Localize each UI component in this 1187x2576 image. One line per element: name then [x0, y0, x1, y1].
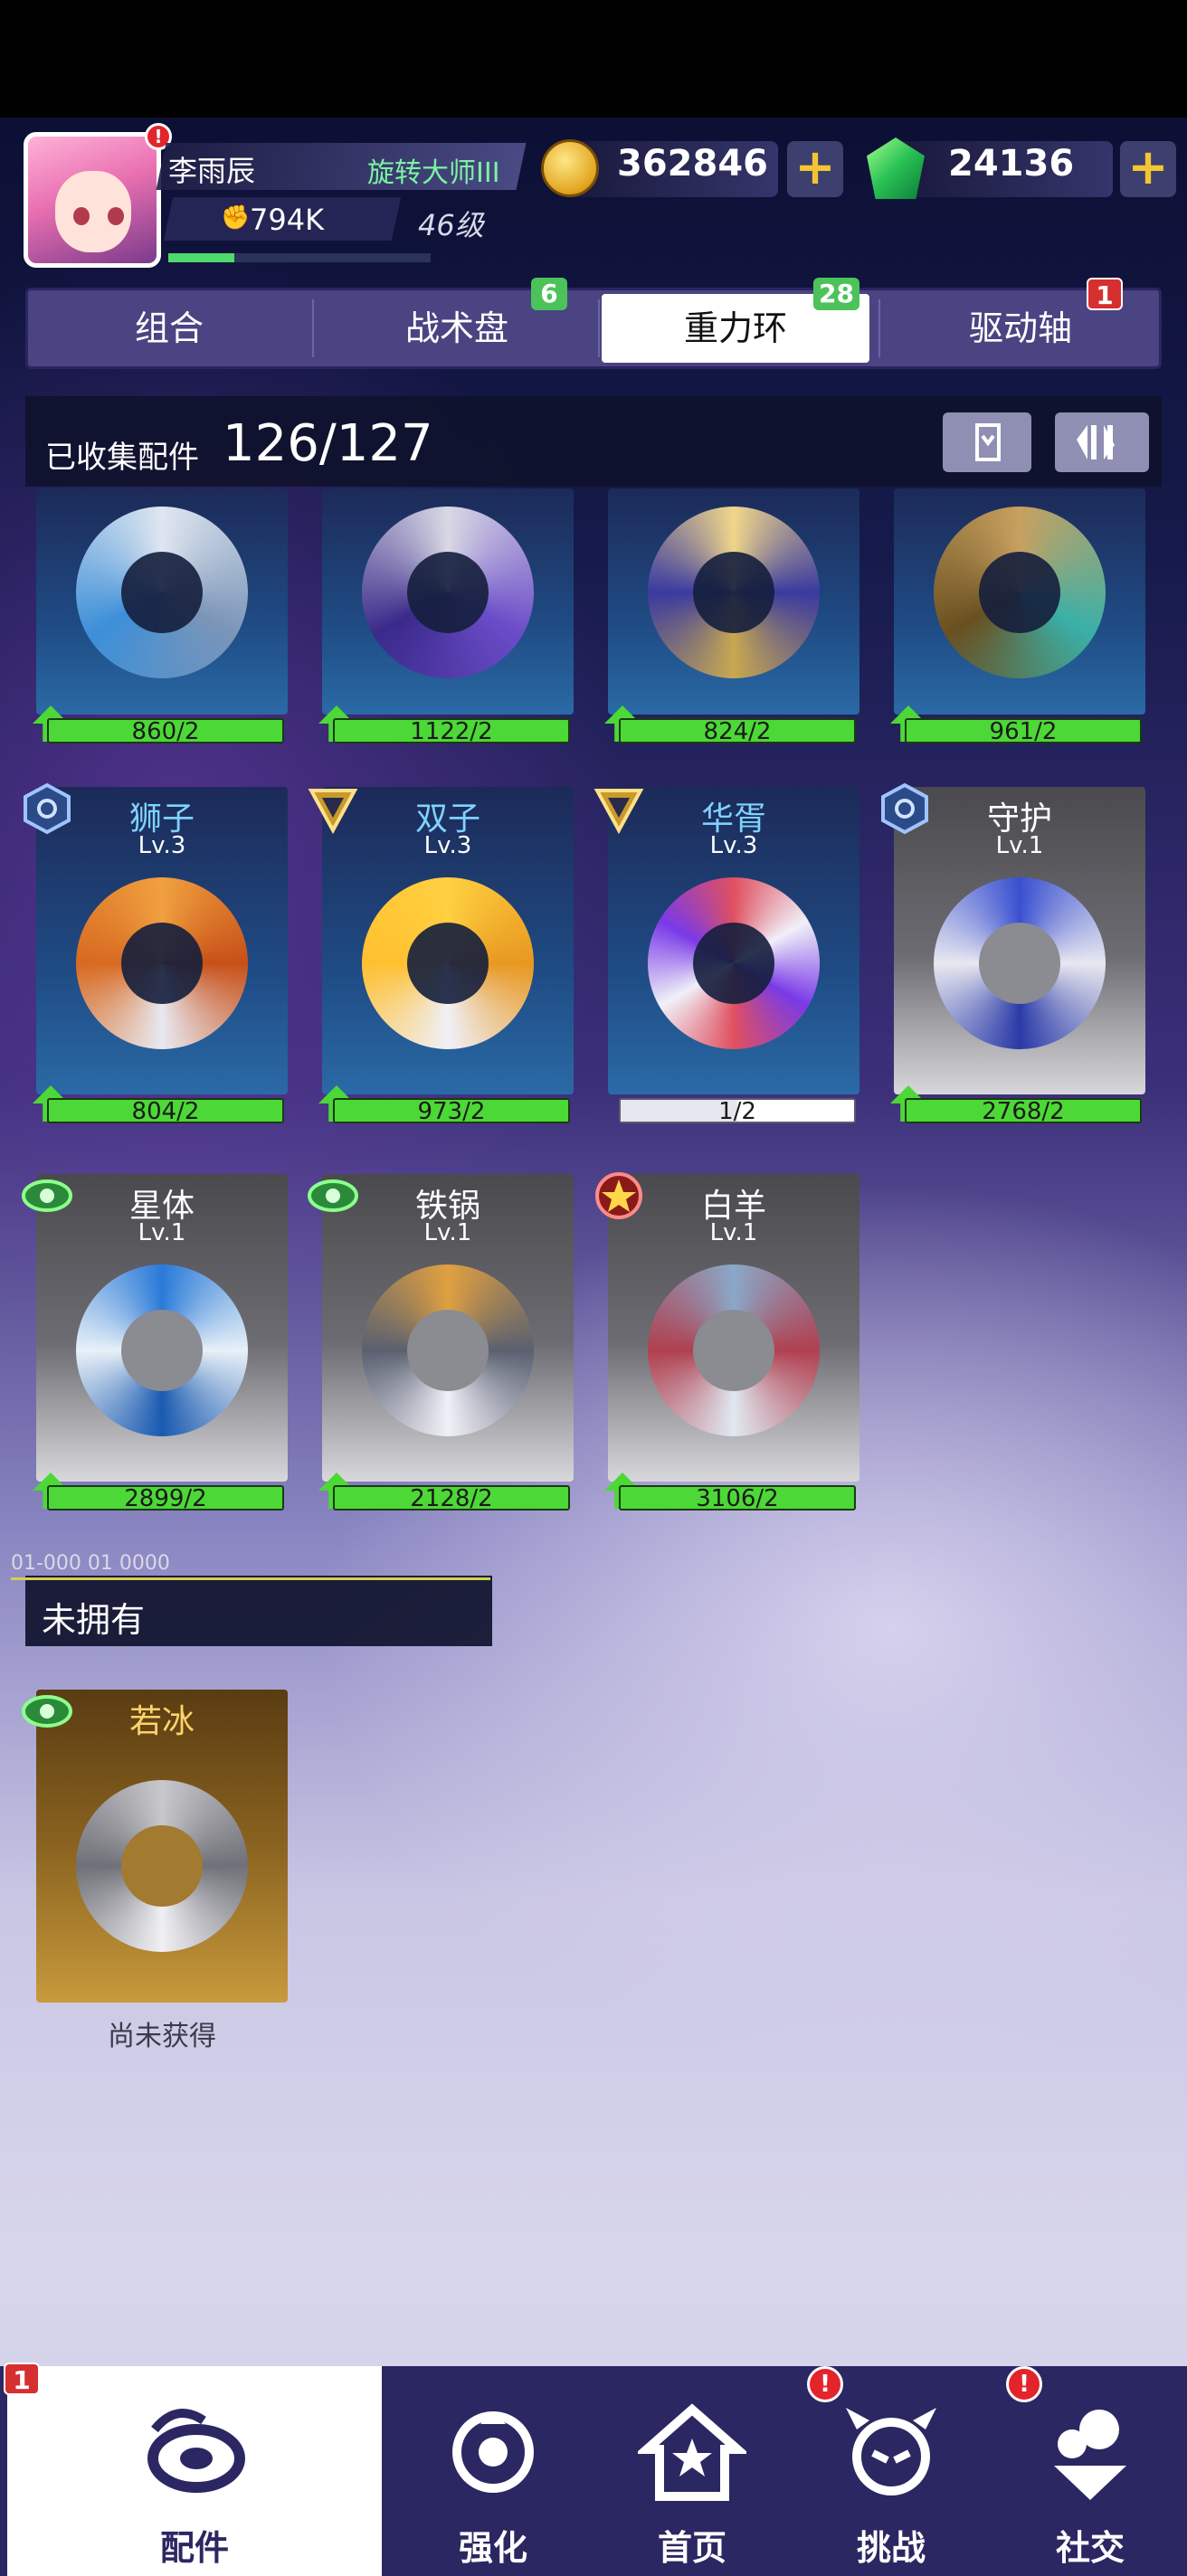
gem-value: 24136	[948, 143, 1075, 185]
card-progress: 973/2	[333, 1098, 570, 1125]
sort-icon	[1077, 425, 1115, 459]
tab-badge: 6	[531, 278, 567, 310]
progress-text: 3106/2	[696, 1485, 779, 1512]
nav-label: 配件	[159, 2528, 229, 2568]
tab-label: 组合	[134, 308, 204, 348]
tab-divider	[598, 299, 600, 357]
progress-text: 2768/2	[982, 1098, 1065, 1125]
card-progress: 2768/2	[905, 1098, 1142, 1125]
fist-icon: ✊	[221, 204, 251, 232]
collection-bar: 已收集配件 126/127	[25, 396, 1162, 487]
unowned-label: 未拥有	[42, 1600, 146, 1640]
nav-label: 挑战	[856, 2528, 926, 2568]
upgrade-icon	[452, 2411, 534, 2493]
card-level: Lv.3	[709, 832, 758, 859]
card-level: Lv.1	[995, 832, 1044, 859]
gravity-ring-image	[648, 1264, 820, 1436]
filter-button[interactable]	[943, 412, 1031, 472]
section-tag: 01-000 01 0000	[11, 1552, 170, 1575]
card-level: Lv.1	[423, 1219, 472, 1246]
progress-text: 973/2	[417, 1098, 486, 1125]
card-progress: 2899/2	[47, 1485, 284, 1512]
challenge-icon	[846, 2408, 936, 2496]
tab-label: 战术盘	[404, 308, 508, 348]
card-level: Lv.1	[138, 1219, 186, 1246]
card-level: Lv.1	[709, 1219, 758, 1246]
tab-label: 驱动轴	[968, 308, 1072, 348]
progress-text: 2899/2	[124, 1485, 207, 1512]
category-tabs: 组合 战术盘 6 重力环 28 驱动轴 1	[25, 278, 1162, 369]
gravity-ring-image	[362, 877, 534, 1049]
card-level: Lv.3	[138, 832, 186, 859]
social-alert-icon: !	[1006, 2366, 1042, 2402]
parts-icon	[147, 2409, 245, 2493]
tab-label: 重力环	[683, 308, 787, 348]
xp-bar	[168, 253, 431, 262]
filter-icon	[975, 423, 1001, 461]
collection-count: 126/127	[223, 414, 433, 473]
card-progress: 824/2	[619, 718, 856, 745]
tab-badge: 1	[1087, 278, 1123, 310]
nav-home[interactable]: 首页	[597, 2366, 787, 2576]
collection-label: 已收集配件	[45, 440, 199, 476]
player-level: 46级	[418, 208, 484, 242]
add-gems-button[interactable]: +	[1120, 141, 1176, 197]
card-progress: 860/2	[47, 718, 284, 745]
progress-text: 961/2	[989, 718, 1058, 745]
nav-upgrade[interactable]: 强化	[398, 2366, 588, 2576]
gravity-ring-image	[76, 1264, 248, 1436]
progress-text: 824/2	[703, 718, 772, 745]
power-value: 794K	[250, 203, 325, 237]
progress-text: 1122/2	[410, 718, 493, 745]
xp-fill	[168, 253, 234, 262]
gravity-ring-image	[934, 877, 1106, 1049]
nav-label: 强化	[458, 2528, 527, 2568]
coin-value: 362846	[617, 143, 768, 185]
card-level: Lv.3	[423, 832, 472, 859]
challenge-alert-icon: !	[807, 2366, 843, 2402]
progress-text: 804/2	[131, 1098, 200, 1125]
card-progress: 804/2	[47, 1098, 284, 1125]
tab-divider	[312, 299, 314, 357]
unowned-divider	[11, 1577, 490, 1580]
gravity-ring-image	[76, 507, 248, 678]
player-title: 旋转大师III	[367, 157, 500, 189]
sort-button[interactable]	[1055, 412, 1149, 472]
gravity-ring-image	[76, 877, 248, 1049]
player-header: ! 李雨辰 旋转大师III ✊ 794K 46级 362846 + 24136 …	[0, 118, 1187, 271]
player-name: 李雨辰	[168, 154, 256, 188]
gravity-ring-image	[362, 507, 534, 678]
avatar-eye	[73, 207, 90, 225]
avatar-eye	[108, 207, 124, 225]
gravity-ring-image	[362, 1264, 534, 1436]
add-coins-button[interactable]: +	[787, 141, 843, 197]
bottom-nav: 配件 1 强化 首页 挑战 ! 社交 !	[0, 2363, 1187, 2576]
progress-text: 1/2	[718, 1098, 756, 1125]
social-icon	[1054, 2410, 1126, 2500]
card-progress: 3106/2	[619, 1485, 856, 1512]
tab-combo[interactable]: 组合	[28, 294, 310, 363]
card-progress: 1122/2	[333, 718, 570, 745]
card-name: 若冰	[128, 1703, 195, 1740]
card-progress: 961/2	[905, 718, 1142, 745]
progress-text: 2128/2	[410, 1485, 493, 1512]
status-bar	[0, 0, 1187, 118]
gravity-ring-image	[648, 877, 820, 1049]
not-obtained-label: 尚未获得	[108, 2021, 216, 2052]
tab-divider	[878, 299, 880, 357]
nav-label: 首页	[657, 2528, 726, 2568]
nav-label: 社交	[1055, 2528, 1125, 2568]
gravity-ring-image	[76, 1780, 248, 1952]
gravity-ring-image	[934, 507, 1106, 678]
nav-badge: 1	[4, 2363, 40, 2395]
coin-icon	[541, 139, 599, 197]
card-progress: 1/2	[619, 1098, 856, 1125]
gravity-ring-image	[648, 507, 820, 678]
progress-text: 860/2	[131, 718, 200, 745]
nav-parts[interactable]: 配件	[7, 2366, 382, 2576]
tab-badge: 28	[813, 278, 859, 310]
avatar[interactable]	[24, 132, 161, 268]
home-icon	[638, 2403, 746, 2501]
card-progress: 2128/2	[333, 1485, 570, 1512]
